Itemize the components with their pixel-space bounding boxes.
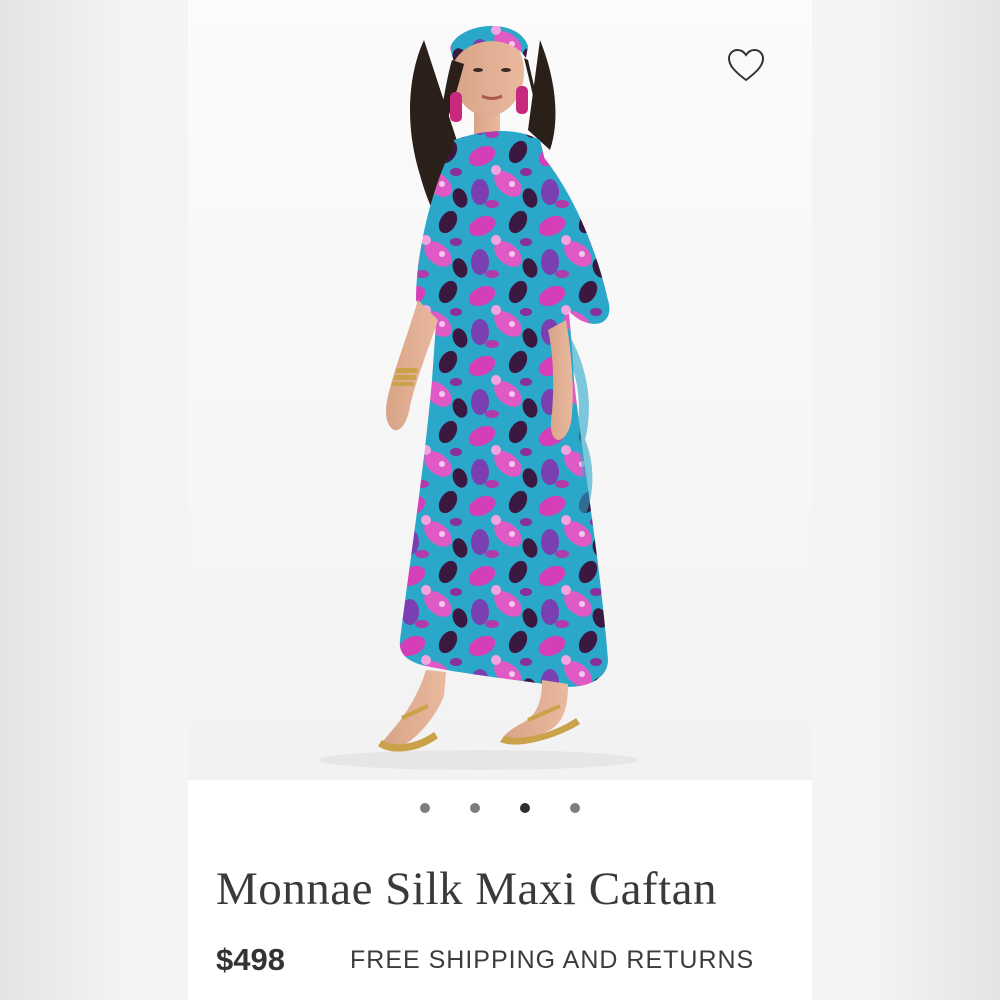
carousel-dot-1[interactable]	[420, 803, 430, 813]
product-card: Monnae Silk Maxi Caftan $498 FREE SHIPPI…	[188, 0, 812, 1000]
carousel-dot-3[interactable]	[520, 803, 530, 813]
image-carousel-dots	[188, 803, 812, 817]
product-image[interactable]	[188, 0, 812, 780]
product-title: Monnae Silk Maxi Caftan	[216, 863, 718, 915]
shipping-note: FREE SHIPPING AND RETURNS	[350, 946, 755, 974]
carousel-dot-4[interactable]	[570, 803, 580, 813]
product-price: $498	[216, 942, 285, 977]
wishlist-heart-icon[interactable]	[726, 46, 766, 86]
carousel-dot-2[interactable]	[470, 803, 480, 813]
model-illustration	[318, 25, 638, 770]
